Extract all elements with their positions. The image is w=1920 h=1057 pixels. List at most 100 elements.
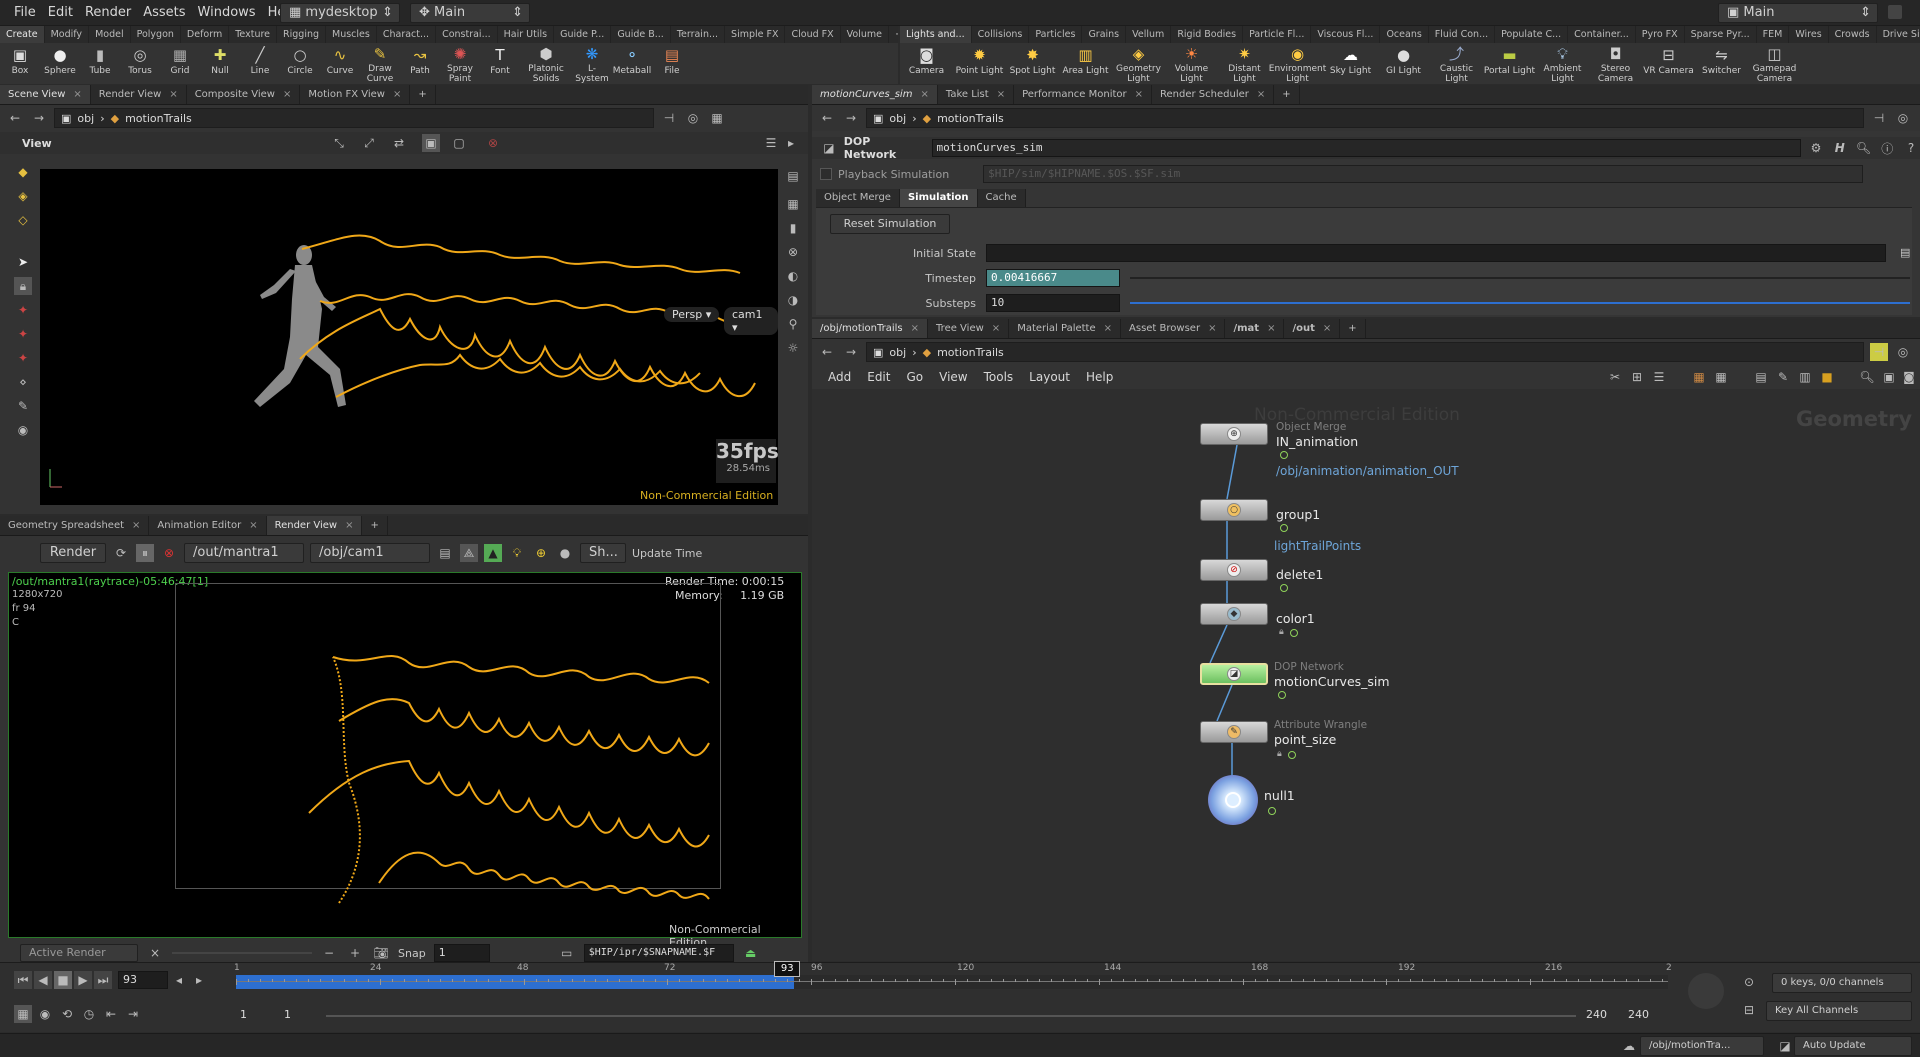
right-shelf-tab[interactable]: Wires bbox=[1789, 26, 1829, 43]
preview-icon[interactable]: ⟁ bbox=[460, 544, 478, 562]
back-arrow-icon[interactable]: ← bbox=[818, 109, 836, 127]
box-tool[interactable]: ▣ Box bbox=[0, 43, 40, 84]
right-shelf-tab[interactable]: Oceans bbox=[1380, 26, 1429, 43]
pin-icon[interactable]: ⊣ bbox=[1870, 109, 1888, 127]
spot-light-tool[interactable]: ✸ Spot Light bbox=[1006, 43, 1059, 84]
forward-arrow-icon[interactable]: → bbox=[30, 109, 48, 127]
right-shelf-tab[interactable]: Collisions bbox=[972, 26, 1030, 43]
question-icon[interactable]: ? bbox=[1902, 139, 1920, 157]
close-icon[interactable]: × bbox=[1135, 89, 1143, 100]
tab-asset-browser[interactable]: Asset Browser × bbox=[1121, 319, 1226, 338]
add-tab-button[interactable]: + bbox=[1340, 319, 1366, 338]
portal-light-tool[interactable]: ▬ Portal Light bbox=[1483, 43, 1536, 84]
stereo-camera-tool[interactable]: ◘ Stereo Camera bbox=[1589, 43, 1642, 85]
distant-light-tool[interactable]: ✷ Distant Light bbox=[1218, 43, 1271, 85]
left-shelf-tab[interactable]: Constrai... bbox=[436, 26, 498, 43]
right-shelf-tab[interactable]: Rigid Bodies bbox=[1171, 26, 1244, 43]
zoom-icon[interactable]: ⊕ bbox=[532, 544, 550, 562]
op-name-field[interactable]: motionCurves_sim bbox=[931, 139, 1802, 157]
network-menu-help[interactable]: Help bbox=[1080, 365, 1119, 389]
node-picker-icon[interactable]: ▤ bbox=[1900, 246, 1910, 259]
node-motioncurves-sim[interactable]: ◪ bbox=[1200, 663, 1268, 685]
render-button[interactable]: Render bbox=[40, 543, 106, 563]
left-shelf-tab[interactable]: Simple FX bbox=[725, 26, 786, 43]
active-render-dropdown[interactable]: Active Render bbox=[20, 944, 138, 962]
3d-viewport[interactable]: Persp ▾ cam1 ▾ 35fps 28.54ms Non-Commerc… bbox=[40, 169, 779, 505]
search-icon[interactable]: 🔍︎ bbox=[1855, 139, 1873, 157]
plus-icon[interactable]: + bbox=[346, 944, 364, 962]
range-start-field[interactable]: 1 bbox=[280, 1007, 320, 1025]
camera-tool[interactable]: ◙ Camera bbox=[900, 43, 953, 84]
subtab-cache[interactable]: Cache bbox=[977, 189, 1026, 207]
brush-icon[interactable]: ✎ bbox=[14, 397, 32, 415]
select-prims-icon[interactable]: ◇ bbox=[14, 211, 32, 229]
wire-icon[interactable]: ✂ bbox=[1606, 368, 1624, 386]
left-shelf-tab[interactable]: Guide P... bbox=[554, 26, 612, 43]
substeps-field[interactable]: 10 bbox=[986, 294, 1120, 312]
lock-camera-icon[interactable]: ▮ bbox=[784, 219, 802, 237]
refresh-icon[interactable]: ⟳ bbox=[112, 544, 130, 562]
menu-assets[interactable]: Assets bbox=[137, 0, 191, 26]
shading-icon[interactable]: ▣ bbox=[422, 134, 440, 152]
close-icon[interactable]: × bbox=[73, 89, 81, 100]
right-shelf-tab[interactable]: Drive Sim... bbox=[1877, 26, 1920, 43]
node-name-label[interactable]: motionCurves_sim bbox=[1274, 674, 1390, 689]
step-back-icon[interactable]: ◂ bbox=[170, 971, 188, 989]
play-reverse-icon[interactable]: ◀ bbox=[34, 971, 52, 989]
left-shelf-tab[interactable]: Create bbox=[0, 26, 45, 43]
right-shelf-tab[interactable]: Viscous Fl... bbox=[1311, 26, 1381, 43]
selection-icon[interactable]: ⤢ bbox=[360, 134, 378, 152]
bookmark-icon[interactable]: ■ bbox=[1818, 368, 1836, 386]
close-icon[interactable]: × bbox=[911, 323, 919, 334]
snap-value[interactable]: 1 bbox=[433, 944, 490, 962]
node-in-animation[interactable]: ⊕ bbox=[1200, 423, 1268, 445]
environment-light-tool[interactable]: ◉ Environment Light bbox=[1269, 43, 1326, 85]
pin-icon[interactable]: ⊣ bbox=[1870, 343, 1888, 361]
l-system-tool[interactable]: ❋ L-System bbox=[572, 43, 612, 85]
info-icon[interactable]: ⓘ bbox=[1878, 139, 1896, 157]
timestep-slider[interactable] bbox=[1130, 277, 1910, 279]
right-shelf-tab[interactable]: Container... bbox=[1568, 26, 1636, 43]
sphere-tool[interactable]: ● Sphere bbox=[40, 43, 80, 84]
node-name-label[interactable]: delete1 bbox=[1276, 567, 1323, 582]
channel-icon[interactable]: ⊙ bbox=[1740, 973, 1758, 991]
left-shelf-tab[interactable]: Volume bbox=[841, 26, 889, 43]
tab-take-list[interactable]: Take List × bbox=[938, 85, 1015, 104]
select-points-icon[interactable]: ◈ bbox=[14, 187, 32, 205]
torus-tool[interactable]: ◎ Torus bbox=[120, 43, 160, 84]
volume-light-tool[interactable]: ☀ Volume Light bbox=[1165, 43, 1218, 85]
search-icon[interactable]: 🔍︎ bbox=[1858, 368, 1876, 386]
network-menu-tools[interactable]: Tools bbox=[978, 365, 1020, 389]
render-tile-icon[interactable]: ▲ bbox=[484, 544, 502, 562]
add-tab-button[interactable]: + bbox=[410, 85, 436, 104]
handle-icon[interactable]: ⤡ bbox=[330, 134, 348, 152]
range-slider[interactable] bbox=[326, 1015, 1576, 1017]
current-frame-marker[interactable]: 93 bbox=[774, 961, 801, 977]
ghost-icon[interactable]: ▤ bbox=[784, 167, 802, 185]
tab-tree-view[interactable]: Tree View × bbox=[928, 319, 1010, 338]
next-key-icon[interactable]: ⇥ bbox=[124, 1005, 142, 1023]
menu-edit[interactable]: Edit bbox=[42, 0, 79, 26]
metaball-tool[interactable]: ⚬ Metaball bbox=[612, 43, 652, 84]
params-path-field[interactable]: ▣ obj › ◆ motionTrails bbox=[866, 108, 1864, 128]
lock-icon[interactable]: 🔒︎ bbox=[14, 277, 32, 295]
right-shelf-tab[interactable]: Populate C... bbox=[1495, 26, 1569, 43]
timestep-field[interactable]: 0.00416667 bbox=[986, 269, 1120, 287]
stop-icon[interactable]: ⊗ bbox=[160, 544, 178, 562]
close-icon[interactable]: × bbox=[1104, 323, 1112, 334]
close-icon[interactable]: × bbox=[345, 520, 353, 531]
close-icon[interactable]: × bbox=[132, 520, 140, 531]
context-dropdown[interactable]: ✥ Main ⇕ bbox=[410, 3, 530, 23]
left-shelf-tab[interactable]: Cloud FX bbox=[785, 26, 841, 43]
light-bulb-icon[interactable]: 💡︎ bbox=[508, 544, 526, 562]
right-context-dropdown[interactable]: ▣ Main ⇕ bbox=[1718, 3, 1878, 23]
null-tool[interactable]: ✚ Null bbox=[200, 43, 240, 84]
pointer-icon[interactable]: ➤ bbox=[14, 253, 32, 271]
snapname-field[interactable]: $HIP/ipr/$SNAPNAME.$F bbox=[583, 944, 734, 962]
tab-scene-view[interactable]: Scene View × bbox=[0, 85, 91, 104]
timeline-track[interactable] bbox=[236, 975, 1668, 989]
back-arrow-icon[interactable]: ← bbox=[6, 109, 24, 127]
tab-motioncurves-sim[interactable]: motionCurves_sim × bbox=[812, 85, 938, 104]
node-point-size[interactable]: ✎ bbox=[1200, 721, 1268, 743]
snapshot-icon[interactable]: ⏏ bbox=[742, 944, 760, 962]
